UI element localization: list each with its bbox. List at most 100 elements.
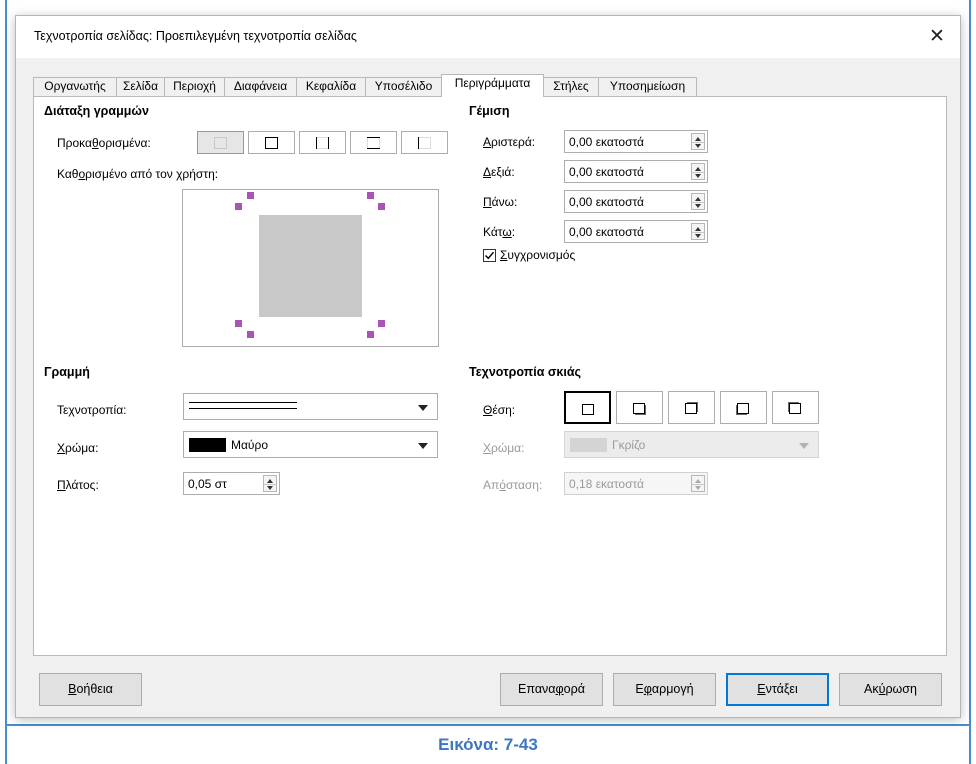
title-bar: Τεχνοτροπία σελίδας: Προεπιλεγμένη τεχνο… [16, 16, 960, 58]
preset-left-right-borders[interactable] [299, 131, 346, 154]
shadow-position-label: Θέση: [483, 403, 516, 417]
line-color-value: Μαύρο [231, 438, 268, 452]
padding-left-label: Αριστερά: [483, 135, 536, 149]
close-icon[interactable]: ✕ [924, 24, 950, 50]
shadow-bottom-left-button[interactable] [720, 391, 767, 424]
line-style-dropdown[interactable] [183, 393, 438, 420]
spin-buttons-icon[interactable] [691, 163, 705, 180]
tab-page[interactable]: Σελίδα [116, 77, 165, 96]
color-swatch [570, 438, 607, 452]
spin-buttons-icon[interactable] [691, 133, 705, 150]
line-width-value: 0,05 στ [188, 477, 227, 491]
line-style-preview-top [189, 402, 297, 403]
tab-organizer[interactable]: Οργανωτής [33, 77, 117, 96]
shadow-bottom-right-button[interactable] [616, 391, 663, 424]
corner-handle-top-right-v [367, 192, 374, 199]
border-preview[interactable] [182, 189, 439, 347]
synchronize-checkbox[interactable] [483, 249, 496, 262]
borders-panel: Διάταξη γραμμών Προκαθορισμένα: Καθορισμ… [33, 96, 947, 656]
user-defined-label: Καθορισμένο από τον χρήστη: [57, 167, 219, 181]
spin-buttons-icon[interactable] [263, 475, 277, 492]
padding-title: Γέμιση [469, 104, 510, 118]
tab-footnote[interactable]: Υποσημείωση [598, 77, 697, 96]
dropdown-arrow-icon [418, 443, 428, 449]
synchronize-label[interactable]: Συγχρονισμός [500, 248, 575, 262]
shadow-top-left-icon [788, 402, 801, 414]
padding-left-spin[interactable]: 0,00 εκατοστά [564, 130, 708, 153]
corner-handle-bottom-left-v [247, 331, 254, 338]
padding-top-spin[interactable]: 0,00 εκατοστά [564, 190, 708, 213]
corner-handle-bottom-right-h [378, 320, 385, 327]
padding-right-label: Δεξιά: [483, 165, 515, 179]
tab-transparency[interactable]: Διαφάνεια [224, 77, 297, 96]
preset-outer-border[interactable] [248, 131, 295, 154]
shadow-bottom-right-icon [633, 403, 646, 415]
line-style-preview-bottom [189, 408, 297, 409]
padding-bottom-value: 0,00 εκατοστά [569, 225, 644, 239]
tab-footer[interactable]: Υποσέλιδο [365, 77, 442, 96]
window-title: Τεχνοτροπία σελίδας: Προεπιλεγμένη τεχνο… [34, 29, 357, 43]
shadow-color-value: Γκρίζο [612, 438, 646, 452]
checkmark-icon [485, 251, 495, 260]
shadow-none-icon [582, 404, 594, 415]
preset-top-bottom-borders[interactable] [350, 131, 397, 154]
line-width-spin[interactable]: 0,05 στ [183, 472, 280, 495]
shadow-top-right-icon [685, 402, 698, 414]
page-style-dialog: Τεχνοτροπία σελίδας: Προεπιλεγμένη τεχνο… [15, 15, 961, 718]
document-frame-bottom [5, 724, 971, 726]
shadow-distance-label: Απόσταση: [483, 478, 543, 492]
shadow-bottom-left-icon [736, 403, 749, 415]
shadow-none-button[interactable] [564, 391, 611, 424]
shadow-color-dropdown[interactable]: Γκρίζο [564, 431, 819, 458]
corner-handle-top-right-h [378, 203, 385, 210]
spin-buttons-icon[interactable] [691, 193, 705, 210]
presets-label: Προκαθορισμένα: [57, 136, 151, 150]
document-frame-left [5, 0, 7, 764]
preset-no-borders[interactable] [197, 131, 244, 154]
top-bottom-borders-icon [367, 137, 380, 149]
padding-bottom-label: Κάτω: [483, 225, 516, 239]
shadow-top-left-button[interactable] [772, 391, 819, 424]
spin-buttons-icon[interactable] [691, 223, 705, 240]
preset-left-border[interactable] [401, 131, 448, 154]
spin-buttons-icon[interactable] [691, 475, 705, 492]
dropdown-arrow-icon [799, 443, 809, 449]
line-width-label: Πλάτος: [57, 478, 99, 492]
color-swatch [189, 438, 226, 452]
shadow-style-title: Τεχνοτροπία σκιάς [469, 365, 582, 379]
padding-top-label: Πάνω: [483, 195, 518, 209]
tab-borders[interactable]: Περιγράμματα [441, 74, 544, 97]
corner-handle-bottom-left-h [235, 320, 242, 327]
padding-top-value: 0,00 εκατοστά [569, 195, 644, 209]
padding-right-spin[interactable]: 0,00 εκατοστά [564, 160, 708, 183]
line-style-label: Τεχνοτροπία: [57, 403, 127, 417]
line-arrangement-title: Διάταξη γραμμών [44, 104, 149, 118]
padding-bottom-spin[interactable]: 0,00 εκατοστά [564, 220, 708, 243]
reset-button[interactable]: Επαναφορά [500, 673, 603, 706]
no-borders-icon [214, 137, 227, 149]
tab-columns[interactable]: Στήλες [543, 77, 599, 96]
preview-page-area [259, 215, 362, 317]
shadow-distance-value: 0,18 εκατοστά [569, 477, 644, 491]
tab-area[interactable]: Περιοχή [164, 77, 225, 96]
left-border-icon [418, 137, 431, 149]
corner-handle-bottom-right-v [367, 331, 374, 338]
document-frame-right [969, 0, 971, 764]
shadow-color-label: Χρώμα: [483, 441, 525, 455]
shadow-distance-spin[interactable]: 0,18 εκατοστά [564, 472, 708, 495]
cancel-button[interactable]: Ακύρωση [839, 673, 942, 706]
figure-caption: Εικόνα: 7-43 [438, 735, 538, 754]
ok-button[interactable]: Εντάξει [726, 673, 829, 706]
corner-handle-top-left-v [247, 192, 254, 199]
tab-header[interactable]: Κεφαλίδα [296, 77, 366, 96]
line-color-label: Χρώμα: [57, 441, 99, 455]
apply-button[interactable]: Εφαρμογή [613, 673, 716, 706]
line-title: Γραμμή [44, 365, 90, 379]
help-button[interactable]: Βοήθεια [39, 673, 142, 706]
line-color-dropdown[interactable]: Μαύρο [183, 431, 438, 458]
corner-handle-top-left-h [235, 203, 242, 210]
dropdown-arrow-icon [418, 405, 428, 411]
left-right-borders-icon [316, 137, 329, 149]
padding-right-value: 0,00 εκατοστά [569, 165, 644, 179]
shadow-top-right-button[interactable] [668, 391, 715, 424]
